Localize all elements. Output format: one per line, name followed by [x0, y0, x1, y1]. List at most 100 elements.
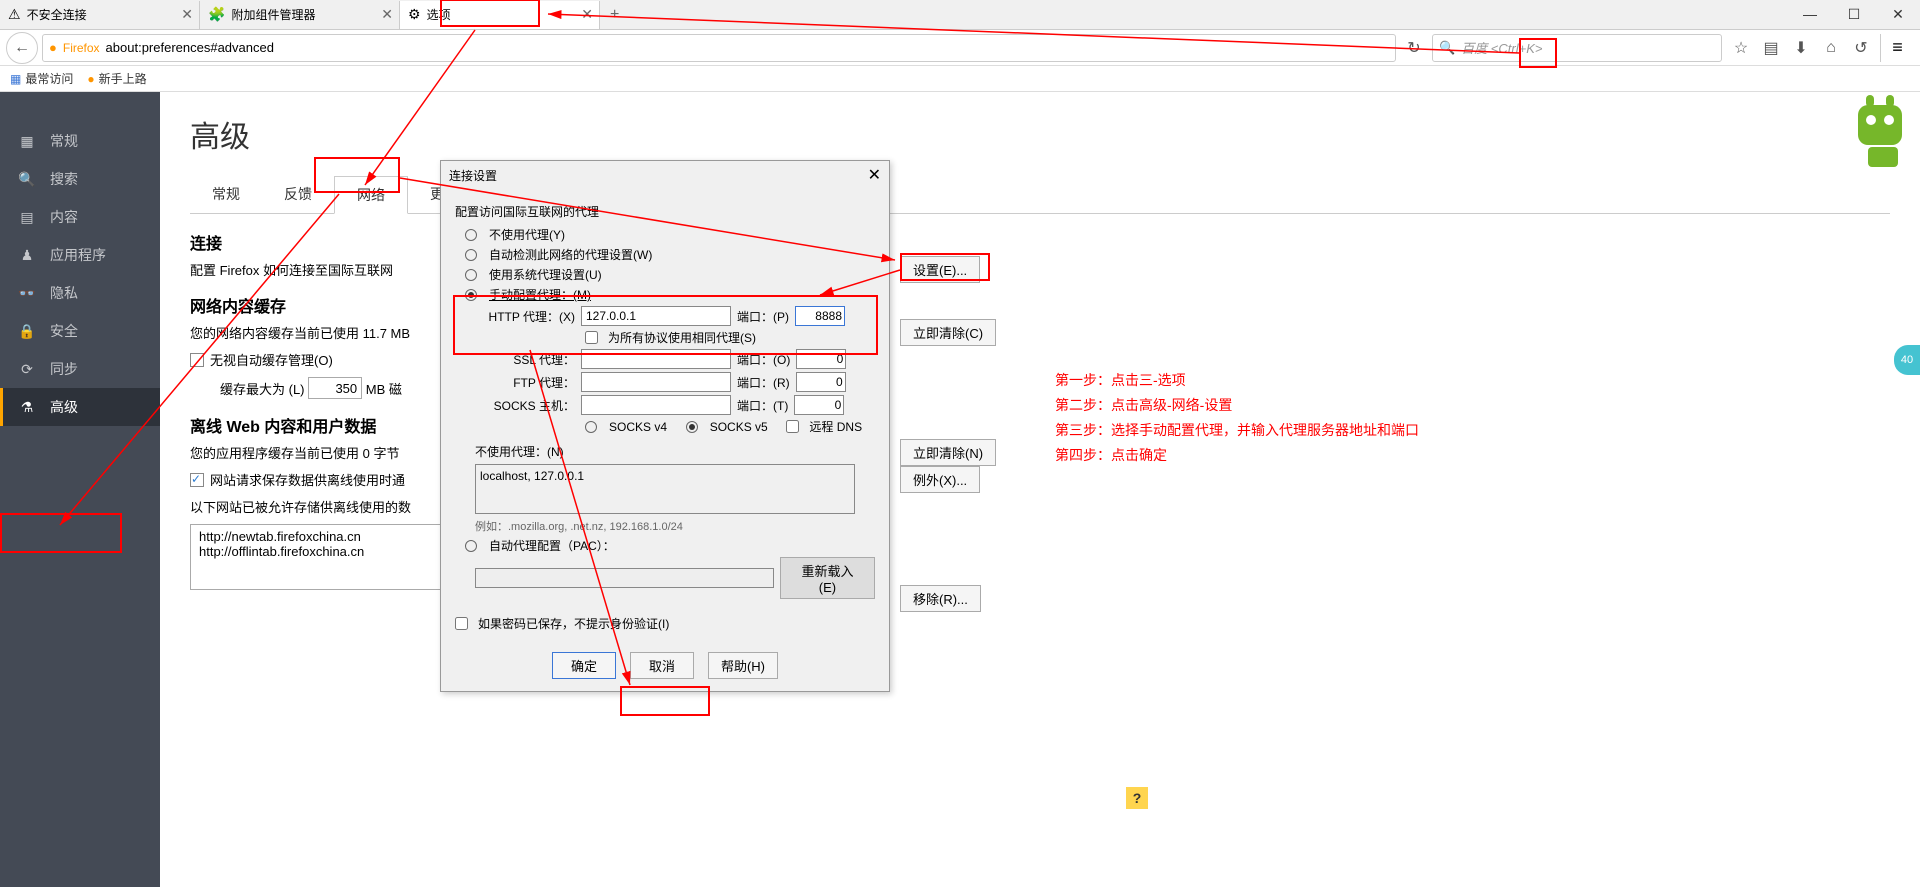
- override-cache-label: 无视自动缓存管理(O): [210, 350, 333, 369]
- panel-icon: ▦: [18, 133, 36, 150]
- url-text: about:preferences#advanced: [106, 40, 274, 55]
- sidebar-item-apps[interactable]: ♟应用程序: [0, 236, 160, 274]
- annotation-step: 第四步：点击确定: [1055, 443, 1419, 468]
- maximize-button[interactable]: ☐: [1832, 6, 1876, 23]
- override-cache-checkbox[interactable]: [190, 353, 204, 367]
- port-label: 端口：(T): [737, 397, 788, 414]
- sidebar-item-advanced[interactable]: ⚗ 高级: [0, 388, 160, 426]
- library-icon[interactable]: ▤: [1760, 38, 1782, 58]
- page-title: 高级: [190, 112, 1890, 156]
- radio-auto-detect[interactable]: [465, 249, 477, 261]
- ssl-port-input[interactable]: [796, 349, 846, 369]
- reload-button[interactable]: ↻: [1400, 34, 1428, 62]
- radio-socks4[interactable]: [585, 421, 597, 433]
- tab-options[interactable]: ⚙ 选项 ✕: [400, 1, 600, 29]
- sidebar-label: 安全: [50, 321, 78, 341]
- ftp-input[interactable]: [581, 372, 731, 392]
- radio-label: SOCKS v4: [609, 420, 667, 434]
- offline-used: 您的应用程序缓存当前已使用 0 字节: [190, 443, 399, 462]
- search-input[interactable]: 🔍 百度 <Ctrl+K>: [1432, 34, 1722, 62]
- remote-dns-label: 远程 DNS: [809, 418, 862, 435]
- subtab-feedback[interactable]: 反馈: [262, 176, 334, 213]
- firefox-label: Firefox: [63, 41, 100, 55]
- sidebar-label: 搜索: [50, 169, 78, 189]
- bookmark-most-visited[interactable]: ▦ 最常访问: [10, 70, 73, 87]
- remote-dns-checkbox[interactable]: [786, 420, 799, 433]
- sidebar-item-content[interactable]: ▤内容: [0, 198, 160, 236]
- radio-system-proxy[interactable]: [465, 269, 477, 281]
- gear-icon: ⚙: [408, 6, 421, 23]
- radio-no-proxy[interactable]: [465, 229, 477, 241]
- help-icon[interactable]: ?: [1126, 787, 1148, 809]
- puzzle-icon: 🧩: [208, 6, 225, 23]
- close-icon[interactable]: ✕: [381, 6, 393, 23]
- download-icon[interactable]: ⬇: [1790, 38, 1812, 58]
- socks-input[interactable]: [581, 395, 731, 415]
- sidebar-item-general[interactable]: ▦常规: [0, 122, 160, 160]
- subtab-general[interactable]: 常规: [190, 176, 262, 213]
- pac-url-input[interactable]: [475, 568, 774, 588]
- port-label: 端口：(R): [737, 374, 790, 391]
- close-button[interactable]: ✕: [1876, 6, 1920, 23]
- radio-label: 自动代理配置（PAC）：: [489, 537, 615, 554]
- exceptions-button[interactable]: 例外(X)...: [900, 466, 980, 493]
- auth-checkbox[interactable]: [455, 617, 468, 630]
- radio-label: 自动检测此网络的代理设置(W): [489, 246, 652, 263]
- cancel-button[interactable]: 取消: [630, 652, 694, 679]
- reload-pac-button[interactable]: 重新载入(E): [780, 557, 875, 599]
- auth-label: 如果密码已保存，不提示身份验证(I): [478, 615, 669, 632]
- help-button[interactable]: 帮助(H): [708, 652, 778, 679]
- sidebar-label: 应用程序: [50, 245, 106, 265]
- radio-pac[interactable]: [465, 540, 477, 552]
- new-tab-button[interactable]: +: [600, 6, 629, 24]
- cache-max-input[interactable]: [308, 377, 362, 399]
- subtab-network[interactable]: 网络: [334, 176, 408, 214]
- sidebar-item-privacy[interactable]: 👓隐私: [0, 274, 160, 312]
- side-badge[interactable]: 40: [1894, 345, 1920, 375]
- http-proxy-label: HTTP 代理：(X): [475, 308, 575, 325]
- radio-socks5[interactable]: [686, 421, 698, 433]
- ok-button[interactable]: 确定: [552, 652, 616, 679]
- toolbar-icons: ☆ ▤ ⬇ ⌂ ↺: [1726, 38, 1876, 58]
- home-icon[interactable]: ⌂: [1820, 39, 1842, 57]
- radio-manual-proxy[interactable]: [465, 289, 477, 301]
- close-icon[interactable]: ✕: [868, 165, 881, 185]
- sidebar-item-security[interactable]: 🔒安全: [0, 312, 160, 350]
- ftp-port-input[interactable]: [796, 372, 846, 392]
- hamburger-menu-button[interactable]: ≡: [1880, 34, 1914, 62]
- noproxy-textarea[interactable]: localhost, 127.0.0.1: [475, 464, 855, 514]
- star-icon[interactable]: ☆: [1730, 38, 1752, 58]
- back-button[interactable]: ←: [6, 32, 38, 64]
- connection-desc: 配置 Firefox 如何连接至国际互联网: [190, 260, 393, 279]
- tab-insecure[interactable]: ⚠ 不安全连接 ✕: [0, 1, 200, 29]
- sidebar-label: 高级: [50, 397, 78, 417]
- sidebar-label: 同步: [50, 359, 78, 379]
- close-icon[interactable]: ✕: [581, 6, 593, 23]
- close-icon[interactable]: ✕: [181, 6, 193, 23]
- offline-notify-label: 网站请求保存数据供离线使用时通: [210, 470, 405, 489]
- search-icon: 🔍: [18, 171, 36, 188]
- minimize-button[interactable]: —: [1788, 6, 1832, 23]
- url-bar: ← ● Firefox about:preferences#advanced ↻…: [0, 30, 1920, 66]
- socks-port-input[interactable]: [794, 395, 844, 415]
- http-proxy-input[interactable]: [581, 306, 731, 326]
- sidebar-item-search[interactable]: 🔍 搜索: [0, 160, 160, 198]
- offline-notify-checkbox[interactable]: [190, 473, 204, 487]
- ssl-input[interactable]: [581, 349, 731, 369]
- bookmark-getting-started[interactable]: ● 新手上路: [87, 70, 146, 87]
- clear-offline-button[interactable]: 立即清除(N): [900, 439, 996, 466]
- mask-icon: 👓: [18, 285, 36, 302]
- settings-button[interactable]: 设置(E)...: [900, 256, 980, 283]
- same-proxy-checkbox[interactable]: [585, 331, 598, 344]
- tab-addons[interactable]: 🧩 附加组件管理器 ✕: [200, 1, 400, 29]
- undo-icon[interactable]: ↺: [1850, 38, 1872, 58]
- annotation-step: 第二步：点击高级-网络-设置: [1055, 393, 1419, 418]
- http-port-input[interactable]: [795, 306, 845, 326]
- clear-cache-button[interactable]: 立即清除(C): [900, 319, 996, 346]
- remove-button[interactable]: 移除(R)...: [900, 585, 981, 612]
- sidebar-item-sync[interactable]: ⟳同步: [0, 350, 160, 388]
- flask-icon: ⚗: [18, 399, 36, 416]
- tab-label: 附加组件管理器: [231, 6, 315, 23]
- firefox-icon: ●: [49, 40, 57, 55]
- url-input[interactable]: ● Firefox about:preferences#advanced: [42, 34, 1396, 62]
